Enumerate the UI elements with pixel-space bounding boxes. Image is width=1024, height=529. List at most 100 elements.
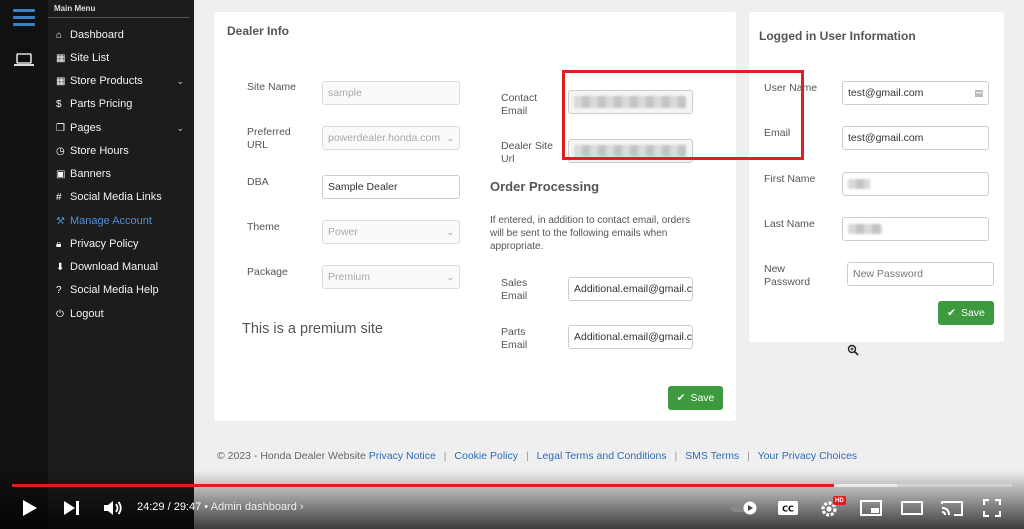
dealer-info-title: Dealer Info	[227, 24, 290, 38]
check-icon: ✔	[676, 392, 686, 404]
list-icon: ▦	[56, 52, 66, 64]
preferred-url-label: Preferred URL	[247, 126, 291, 151]
parts-email-label: Parts Email	[501, 326, 528, 351]
footer-separator: |	[525, 450, 529, 462]
user-save-button[interactable]: ✔ Save	[938, 301, 994, 325]
sales-email-input[interactable]: Additional.email@gmail.com	[568, 277, 693, 301]
app-frame: Main Menu ⌂ Dashboard ▦ Site List ▦ Store P…	[0, 0, 1024, 529]
table-icon: ▦	[56, 75, 66, 87]
laptop-icon[interactable]	[14, 53, 34, 67]
hd-badge: HD	[833, 496, 846, 505]
site-name-label: Site Name	[247, 81, 297, 93]
preferred-url-select[interactable]: powerdealer.honda.com ⌄	[322, 126, 460, 150]
theme-select[interactable]: Power ⌄	[322, 220, 460, 244]
footer-link-privacy-choices[interactable]: Your Privacy Choices	[758, 450, 857, 462]
sidebar: Main Menu ⌂ Dashboard ▦ Site List ▦ Store P…	[48, 0, 194, 529]
sidebar-item-logout[interactable]: ⏻ Logout	[56, 304, 184, 324]
contact-email-label: Contact Email	[501, 92, 538, 117]
progress-played	[12, 484, 834, 487]
parts-email-input[interactable]: Additional.email@gmail.com	[568, 325, 693, 349]
dollar-icon: $	[56, 98, 62, 110]
play-icon[interactable]	[22, 499, 38, 517]
check-icon: ✔	[947, 307, 956, 319]
chevron-down-icon: ⌄	[176, 122, 184, 133]
miniplayer-icon[interactable]	[860, 500, 882, 516]
cast-icon[interactable]	[941, 500, 963, 516]
dealer-site-url-label: Dealer Site Url	[501, 140, 553, 165]
footer-link-cookie-policy[interactable]: Cookie Policy	[454, 450, 518, 462]
sidebar-item-privacy-policy[interactable]: 🔒︎ Privacy Policy	[56, 234, 184, 254]
redacted-value	[848, 224, 882, 234]
sidebar-item-social-media-help[interactable]: ? Social Media Help	[56, 280, 184, 300]
lock-icon: 🔒︎	[56, 238, 62, 250]
player-time: 24:29 / 29:47 • Admin dashboard ›	[137, 501, 304, 513]
dba-label: DBA	[247, 176, 269, 188]
sidebar-item-store-products[interactable]: ▦ Store Products ⌄	[56, 71, 184, 91]
next-video-icon[interactable]	[63, 500, 81, 516]
clock-icon: ◷	[56, 145, 65, 157]
order-processing-title: Order Processing	[490, 179, 600, 194]
sidebar-heading: Main Menu	[48, 0, 190, 18]
fullscreen-icon[interactable]	[983, 499, 1001, 517]
chevron-right-icon: ›	[299, 501, 304, 513]
redacted-value	[848, 179, 870, 189]
last-name-input[interactable]	[842, 217, 989, 241]
sidebar-item-dashboard[interactable]: ⌂ Dashboard	[56, 25, 184, 45]
sidebar-item-social-media-links[interactable]: # Social Media Links	[56, 187, 184, 207]
logout-icon: ⏻	[56, 308, 64, 320]
image-icon: ▣	[56, 168, 66, 180]
theater-mode-icon[interactable]	[901, 501, 923, 515]
email-input[interactable]: test@gmail.com	[842, 126, 989, 150]
footer-separator: |	[443, 450, 447, 462]
sidebar-item-download-manual[interactable]: ⬇ Download Manual	[56, 257, 184, 277]
footer-separator: |	[747, 450, 750, 462]
pages-icon: ❐	[56, 122, 65, 134]
username-input[interactable]: test@gmail.com ▤	[842, 81, 989, 105]
new-password-label: New Password	[764, 263, 811, 288]
user-info-title: Logged in User Information	[759, 29, 916, 43]
highlight-box	[562, 70, 804, 160]
wrench-icon: ⚒	[56, 215, 65, 227]
sidebar-item-parts-pricing[interactable]: $ Parts Pricing	[56, 94, 184, 114]
last-name-label: Last Name	[764, 218, 815, 230]
page-footer: © 2023 - Honda Dealer Website Privacy No…	[217, 450, 858, 462]
sidebar-item-store-hours[interactable]: ◷ Store Hours	[56, 141, 184, 161]
chevron-down-icon: ⌄	[446, 132, 454, 143]
theme-label: Theme	[247, 221, 280, 233]
captions-icon[interactable]: CC	[777, 500, 799, 516]
contact-card-icon: ▤	[974, 87, 983, 98]
new-password-input[interactable]: New Password	[847, 262, 994, 286]
package-select[interactable]: Premium ⌄	[322, 265, 460, 289]
home-icon: ⌂	[56, 29, 63, 41]
package-label: Package	[247, 266, 288, 278]
icon-rail	[0, 0, 48, 529]
sidebar-item-pages[interactable]: ❐ Pages ⌄	[56, 118, 184, 138]
chapter-title[interactable]: Admin dashboard	[211, 501, 297, 513]
first-name-label: First Name	[764, 173, 816, 185]
sidebar-item-manage-account[interactable]: ⚒ Manage Account	[56, 211, 184, 231]
dealer-save-button[interactable]: ✔ Save	[668, 386, 723, 410]
autoplay-toggle-icon[interactable]	[730, 501, 760, 515]
footer-link-legal-terms[interactable]: Legal Terms and Conditions	[537, 450, 667, 462]
video-progress-bar[interactable]	[12, 484, 1012, 487]
footer-link-sms-terms[interactable]: SMS Terms	[685, 450, 739, 462]
site-name-input[interactable]: sample	[322, 81, 460, 105]
order-processing-help: If entered, in addition to contact email…	[490, 215, 691, 252]
zoom-cursor-icon	[847, 344, 859, 356]
sidebar-item-banners[interactable]: ▣ Banners	[56, 164, 184, 184]
chevron-down-icon: ⌄	[446, 226, 454, 237]
footer-separator: |	[674, 450, 678, 462]
question-icon: ?	[56, 284, 62, 296]
svg-text:CC: CC	[782, 505, 794, 514]
hamburger-menu-icon[interactable]	[13, 9, 35, 26]
user-info-card: Logged in User Information User Name tes…	[749, 12, 1004, 342]
dba-input[interactable]: Sample Dealer	[322, 175, 460, 199]
hash-icon: #	[56, 191, 62, 203]
volume-icon[interactable]	[103, 499, 123, 517]
sidebar-item-site-list[interactable]: ▦ Site List	[56, 48, 184, 68]
sales-email-label: Sales Email	[501, 277, 528, 302]
footer-link-privacy-notice[interactable]: Privacy Notice	[369, 450, 436, 462]
first-name-input[interactable]	[842, 172, 989, 196]
chevron-down-icon: ⌄	[176, 75, 184, 86]
premium-site-note: This is a premium site	[242, 321, 384, 337]
